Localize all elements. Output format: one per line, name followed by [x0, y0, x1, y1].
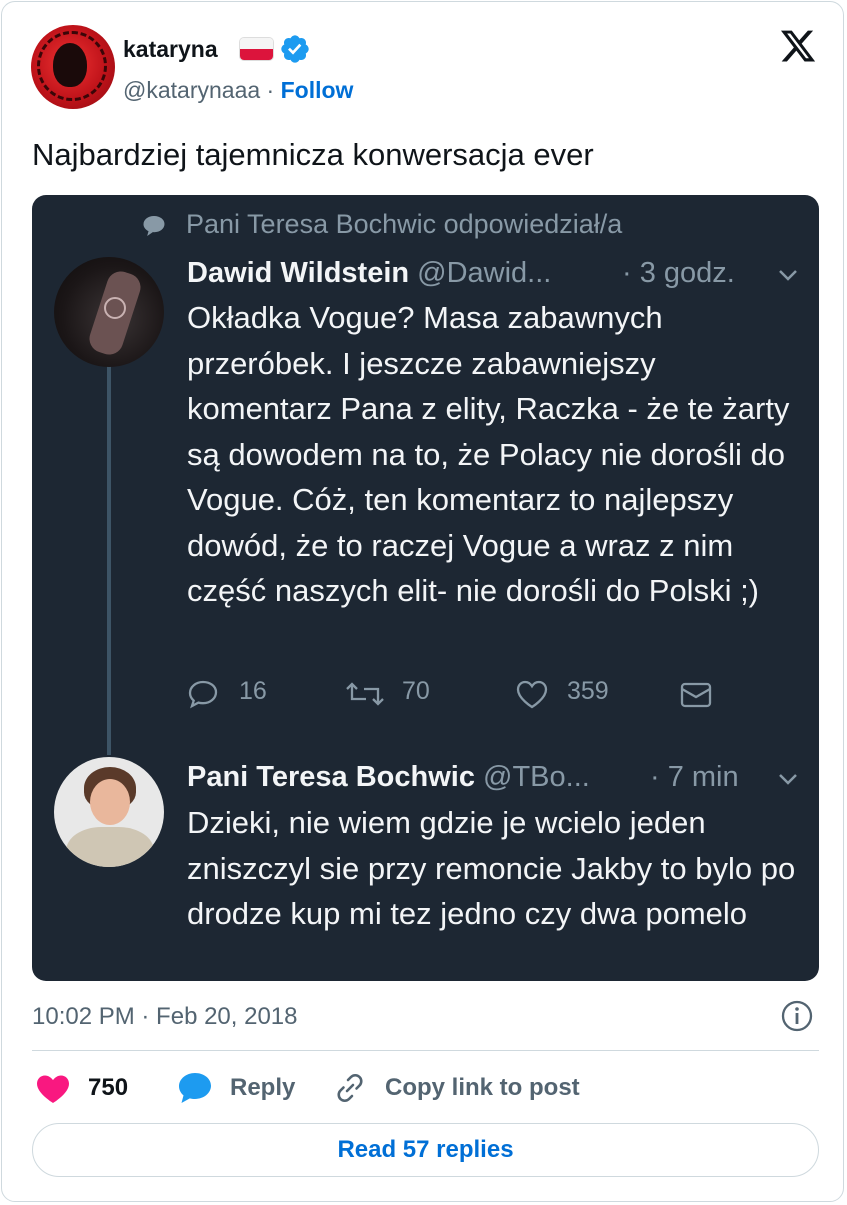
- tweet1-name[interactable]: Dawid Wildstein: [187, 257, 409, 289]
- post-timestamp[interactable]: 10:02 PM · Feb 20, 2018: [32, 1002, 298, 1032]
- teresa-avatar[interactable]: [54, 757, 164, 867]
- tweet1-handle[interactable]: @Dawid...: [417, 257, 551, 289]
- tweet1-retweet-count: 70: [402, 677, 430, 705]
- reply-button[interactable]: Reply: [230, 1072, 295, 1104]
- embedded-screenshot[interactable]: Pani Teresa Bochwic odpowiedział/a Dawid…: [32, 195, 819, 981]
- mail-icon[interactable]: [680, 682, 712, 708]
- read-replies-button[interactable]: Read 57 replies: [32, 1123, 819, 1177]
- chevron-down-icon[interactable]: [777, 771, 799, 787]
- heart-outline-icon[interactable]: [515, 679, 549, 709]
- author-handle-row: @katarynaaa · Follow: [123, 75, 353, 105]
- reply-context-text: Pani Teresa Bochwic odpowiedział/a: [186, 209, 623, 239]
- chevron-down-icon[interactable]: [777, 267, 799, 283]
- author-name[interactable]: kataryna: [123, 35, 218, 63]
- tweet1-author: Dawid Wildstein @Dawid...: [187, 256, 551, 290]
- link-icon[interactable]: [333, 1071, 367, 1105]
- copy-link-button[interactable]: Copy link to post: [385, 1072, 580, 1104]
- separator: ·: [266, 77, 275, 103]
- tweet2-text: Dzieki, nie wiem gdzie je wcielo jeden z…: [187, 805, 796, 931]
- tweet2-time: · 7 min: [650, 761, 739, 793]
- heart-icon[interactable]: [35, 1073, 71, 1105]
- tweet1-like-count: 359: [567, 677, 609, 705]
- tweet1-text: Okładka Vogue? Masa zabawnych przeróbek.…: [187, 300, 790, 608]
- thread-line: [107, 365, 111, 755]
- tweet2-handle[interactable]: @TBo...: [483, 761, 590, 793]
- poland-flag-icon: [240, 38, 273, 60]
- like-count[interactable]: 750: [88, 1072, 128, 1104]
- x-logo-icon[interactable]: [777, 27, 819, 65]
- comment-icon[interactable]: [187, 679, 219, 709]
- tweet1-time: · 3 godz.: [622, 257, 735, 289]
- tweet-text: Najbardziej tajemnicza konwersacja ever: [32, 137, 594, 172]
- tweet2-author: Pani Teresa Bochwic @TBo...: [187, 760, 590, 794]
- author-handle[interactable]: @katarynaaa: [123, 77, 260, 103]
- tweet2-name[interactable]: Pani Teresa Bochwic: [187, 761, 475, 793]
- reply-bubble-icon[interactable]: [177, 1071, 213, 1105]
- tweet1-reply-count: 16: [239, 677, 267, 705]
- dawid-avatar[interactable]: [54, 257, 164, 367]
- author-avatar[interactable]: [31, 25, 115, 109]
- verified-badge-icon: [281, 35, 309, 63]
- reply-context-icon: [143, 216, 165, 236]
- info-icon[interactable]: [780, 999, 814, 1033]
- divider: [32, 1050, 819, 1051]
- retweet-icon[interactable]: [343, 681, 387, 707]
- follow-button[interactable]: Follow: [281, 77, 354, 103]
- tweet-card: kataryna @katarynaaa · Follow Najbardzie…: [1, 1, 844, 1202]
